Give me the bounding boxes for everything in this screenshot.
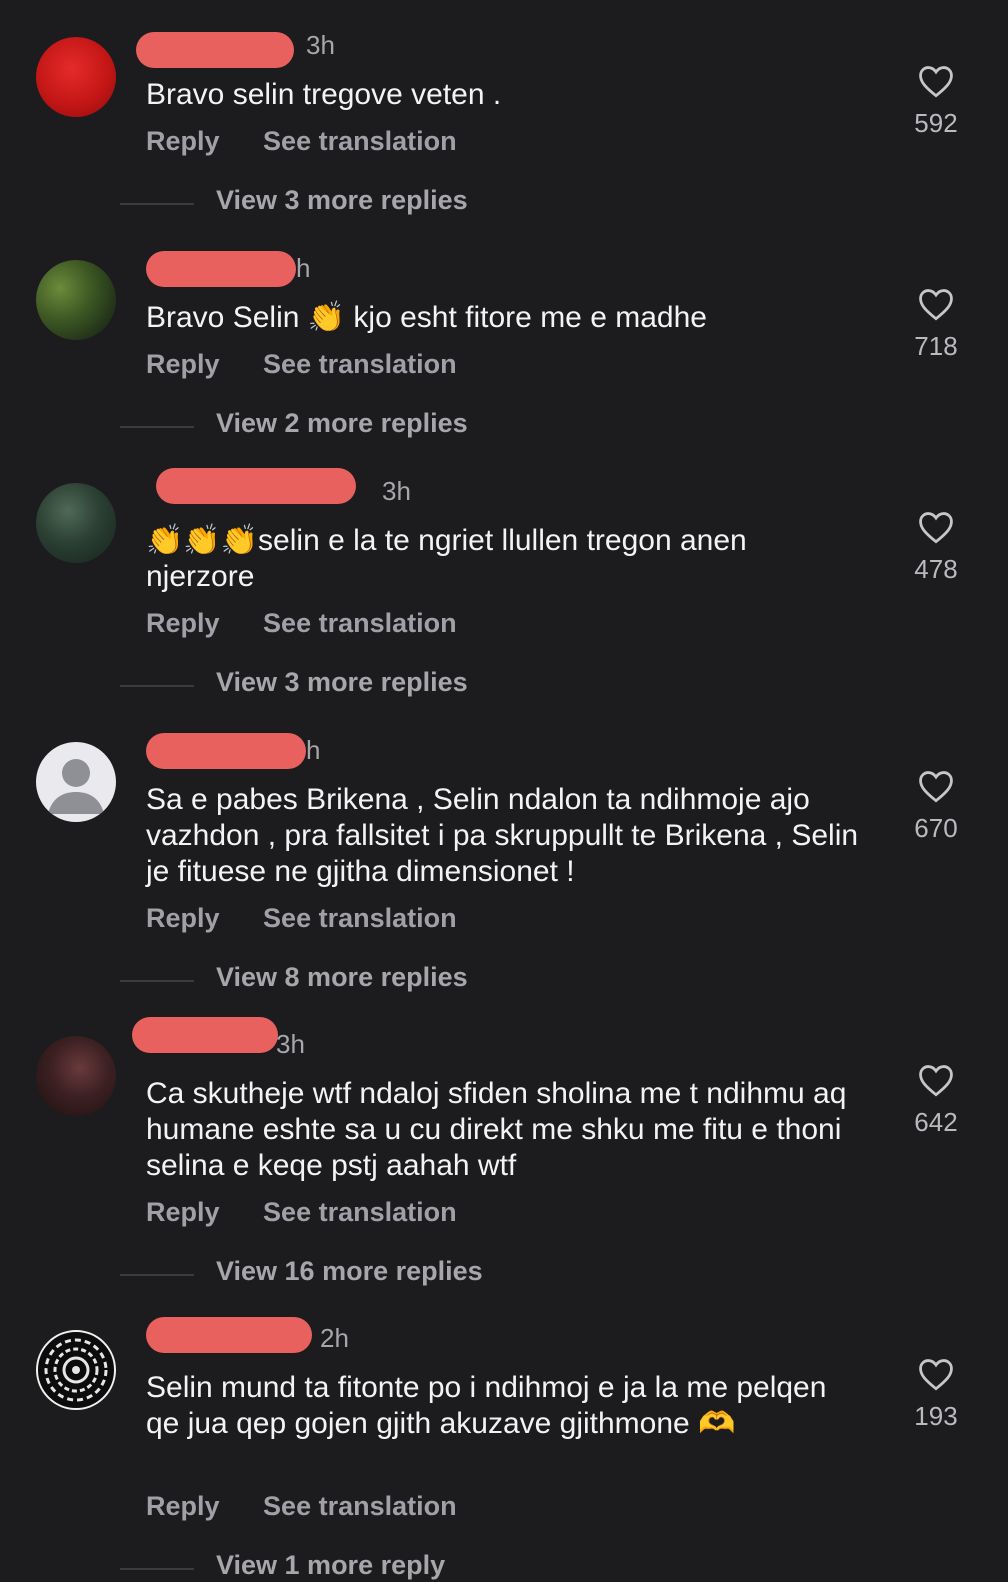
comment-actions: Reply See translation	[146, 1197, 493, 1228]
reply-button[interactable]: Reply	[146, 903, 220, 933]
view-more-label[interactable]: View 3 more replies	[216, 667, 468, 698]
redacted-username[interactable]	[146, 251, 296, 287]
comment-time: h	[306, 735, 321, 765]
comment-text: Ca skutheje wtf ndaloj sfiden sholina me…	[146, 1077, 847, 1182]
avatar[interactable]	[36, 1036, 116, 1116]
divider	[120, 1274, 194, 1276]
avatar[interactable]	[36, 1330, 116, 1410]
see-translation-button[interactable]: See translation	[263, 1491, 457, 1521]
see-translation-button[interactable]: See translation	[263, 1197, 457, 1227]
like-count: 193	[914, 1401, 958, 1431]
redacted-username[interactable]	[146, 733, 306, 769]
redacted-username[interactable]	[156, 468, 356, 504]
avatar[interactable]	[36, 37, 116, 117]
like-count: 718	[914, 331, 958, 361]
heart-outline-icon	[919, 512, 953, 544]
like-button[interactable]: 478	[900, 510, 972, 585]
like-count: 478	[914, 554, 958, 584]
reply-button[interactable]: Reply	[146, 349, 220, 379]
comment-text: Selin mund ta fitonte po i ndihmoj e ja …	[146, 1371, 827, 1440]
heart-outline-icon	[919, 1359, 953, 1391]
divider	[120, 426, 194, 428]
like-count: 670	[914, 813, 958, 843]
reply-button[interactable]: Reply	[146, 608, 220, 638]
reply-button[interactable]: Reply	[146, 1491, 220, 1521]
heart-outline-icon	[919, 66, 953, 98]
heart-outline-icon	[919, 1065, 953, 1097]
like-button[interactable]: 718	[900, 287, 972, 362]
see-translation-button[interactable]: See translation	[263, 903, 457, 933]
like-button[interactable]: 592	[900, 64, 972, 139]
comment-time: 3h	[306, 30, 335, 60]
view-more-label[interactable]: View 3 more replies	[216, 185, 468, 216]
redacted-username[interactable]	[132, 1017, 278, 1053]
comment-actions: Reply See translation	[146, 126, 493, 157]
see-translation-button[interactable]: See translation	[263, 126, 457, 156]
avatar[interactable]	[36, 742, 116, 822]
like-button[interactable]: 670	[900, 769, 972, 844]
like-button[interactable]: 193	[900, 1357, 972, 1432]
avatar[interactable]	[36, 260, 116, 340]
view-more-label[interactable]: View 1 more reply	[216, 1550, 445, 1581]
redacted-username[interactable]	[146, 1317, 312, 1353]
see-translation-button[interactable]: See translation	[263, 608, 457, 638]
heart-outline-icon	[919, 771, 953, 803]
comment-actions: Reply See translation	[146, 1491, 493, 1522]
comment-time: 2h	[320, 1323, 349, 1353]
reply-button[interactable]: Reply	[146, 1197, 220, 1227]
like-count: 592	[914, 108, 958, 138]
comment-time: 3h	[382, 476, 411, 506]
divider	[120, 685, 194, 687]
view-more-label[interactable]: View 16 more replies	[216, 1256, 483, 1287]
like-count: 642	[914, 1107, 958, 1137]
default-avatar-icon	[48, 759, 104, 814]
comment-time: h	[296, 253, 311, 283]
avatar[interactable]	[36, 483, 116, 563]
comment-actions: Reply See translation	[146, 349, 493, 380]
comments-feed: 3h Bravo selin tregove veten . Reply See…	[0, 0, 1008, 1582]
comment-text: Bravo Selin 👏 kjo esht fitore me e madhe	[146, 301, 707, 334]
redacted-username[interactable]	[136, 32, 294, 68]
divider	[120, 203, 194, 205]
divider	[120, 980, 194, 982]
comment-text: Sa e pabes Brikena , Selin ndalon ta ndi…	[146, 783, 859, 888]
swirl-avatar-icon	[44, 1338, 108, 1402]
heart-outline-icon	[919, 289, 953, 321]
comment-actions: Reply See translation	[146, 903, 493, 934]
see-translation-button[interactable]: See translation	[263, 349, 457, 379]
view-more-label[interactable]: View 2 more replies	[216, 408, 468, 439]
comment-time: 3h	[276, 1029, 305, 1059]
like-button[interactable]: 642	[900, 1063, 972, 1138]
comment-text: Bravo selin tregove veten .	[146, 78, 502, 111]
reply-button[interactable]: Reply	[146, 126, 220, 156]
divider	[120, 1568, 194, 1570]
comment-actions: Reply See translation	[146, 608, 493, 639]
comment-text: 👏👏👏selin e la te ngriet llullen tregon a…	[146, 524, 747, 593]
view-more-label[interactable]: View 8 more replies	[216, 962, 468, 993]
